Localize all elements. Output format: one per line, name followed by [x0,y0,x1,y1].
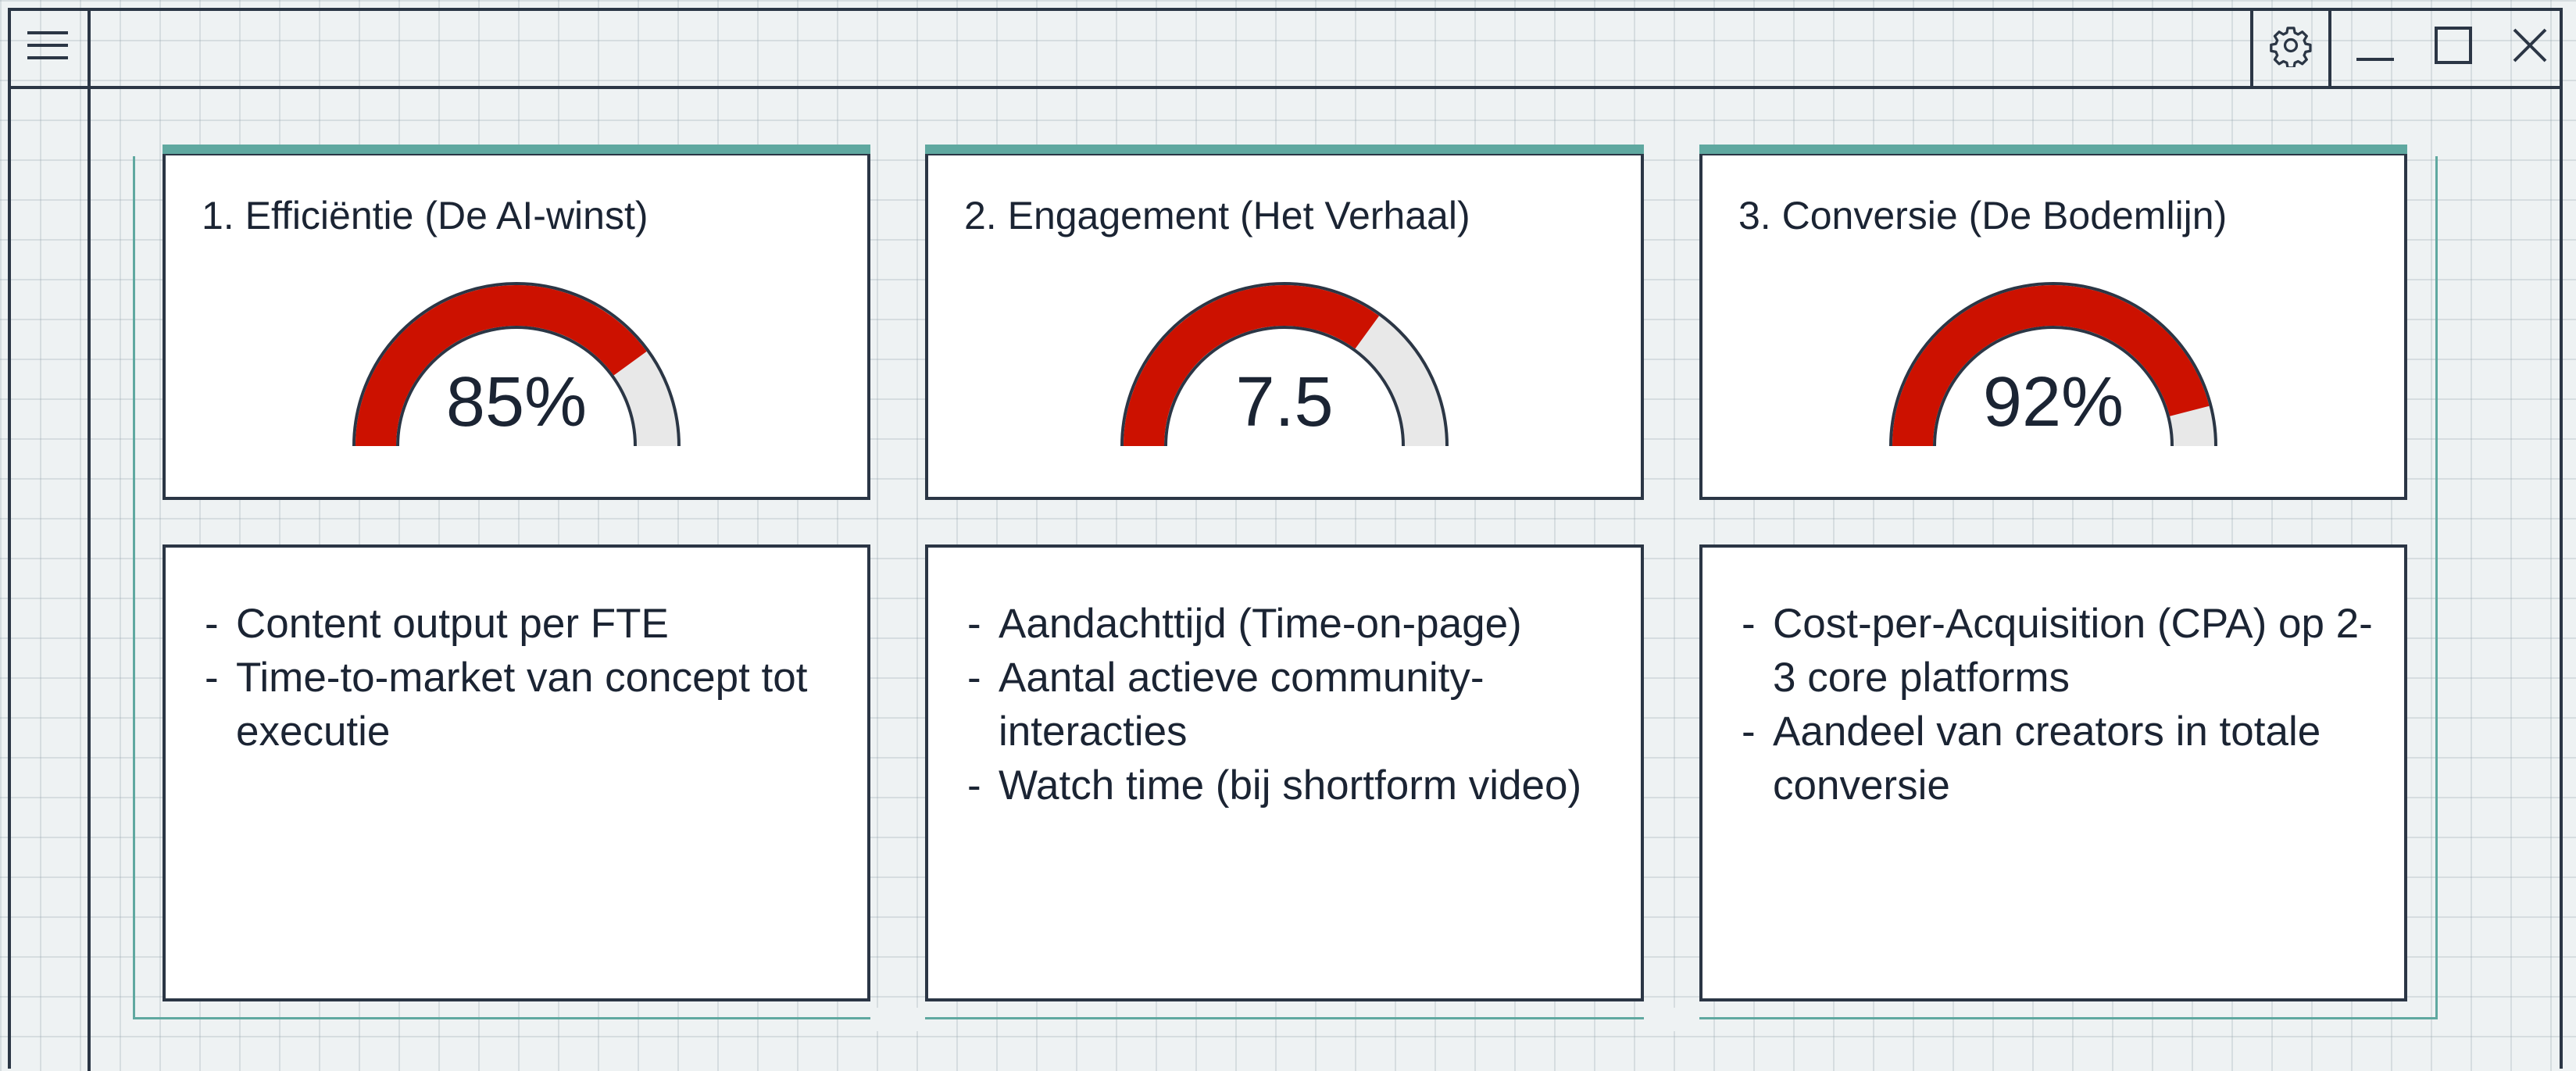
card-title: 1. Efficiëntie (De AI-winst) [202,194,648,237]
kpi-card-efficiency: 1. Efficiëntie (De AI-winst) 85% [163,145,870,500]
title-bar [8,8,2563,89]
list-item: Time-to-market van concept tot executie [202,651,844,759]
frame-gap [1644,1008,1699,1031]
frame-gap [870,1008,925,1031]
maximize-icon [2431,23,2475,71]
list-item: Watch time (bij shortform video) [964,759,1617,812]
minimize-button[interactable] [2336,8,2414,86]
gauge-value: 85% [445,363,588,441]
gauge-value: 7.5 [1235,363,1334,441]
sidebar-rail [88,89,91,1071]
gauge: 7.5 [1097,273,1472,468]
list-item: Aantal actieve community-interacties [964,651,1617,759]
metrics-list: Cost-per-Acquisition (CPA) op 2-3 core p… [1738,597,2381,812]
list-item: Aandeel van creators in totale conversie [1738,705,2381,812]
metrics-list: Aandachttijd (Time-on-page) Aantal actie… [964,597,1617,812]
list-item: Aandachttijd (Time-on-page) [964,597,1617,651]
metrics-card-engagement: Aandachttijd (Time-on-page) Aantal actie… [925,544,1644,1001]
menu-button[interactable] [8,8,91,86]
card-title: 3. Conversie (De Bodemlijn) [1738,194,2228,237]
gear-icon [2269,23,2313,71]
gauge: 85% [329,273,704,468]
close-icon [2508,23,2552,71]
maximize-button[interactable] [2414,8,2492,86]
metrics-card-efficiency: Content output per FTE Time-to-market va… [163,544,870,1001]
gauge: 92% [1866,273,2241,468]
metrics-card-conversion: Cost-per-Acquisition (CPA) op 2-3 core p… [1699,544,2407,1001]
kpi-card-engagement: 2. Engagement (Het Verhaal) 7.5 [925,145,1644,500]
card-title: 2. Engagement (Het Verhaal) [964,194,1470,237]
hamburger-menu-icon [26,28,70,66]
settings-button[interactable] [2250,8,2331,86]
close-button[interactable] [2491,8,2569,86]
gauge-value: 92% [1982,363,2124,441]
list-item: Content output per FTE [202,597,844,651]
list-item: Cost-per-Acquisition (CPA) op 2-3 core p… [1738,597,2381,705]
metrics-list: Content output per FTE Time-to-market va… [202,597,844,759]
minimize-icon [2353,23,2397,71]
kpi-card-conversion: 3. Conversie (De Bodemlijn) 92% [1699,145,2407,500]
